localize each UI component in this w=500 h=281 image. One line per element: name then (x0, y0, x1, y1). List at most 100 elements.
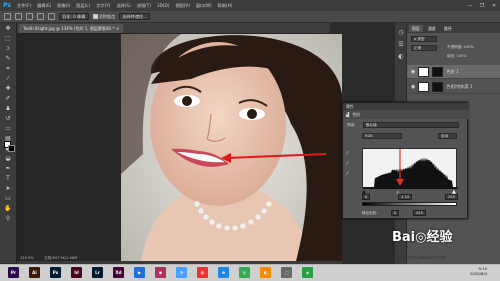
taskbar-app-icon[interactable]: Id (71, 267, 82, 278)
history-brush-tool-icon[interactable]: ↺ (3, 115, 13, 123)
levels-title: 色阶 (352, 111, 361, 117)
taskbar-app-icon[interactable]: ⬚ (281, 267, 292, 278)
antialias-label: 消除锯齿 (98, 13, 116, 19)
document-tab[interactable]: Teeth Bright.jpg @ 134% (色阶 1, 图层蒙版/8) *… (19, 24, 124, 33)
visibility-eye-icon[interactable]: ◉ (411, 84, 415, 90)
fill-field[interactable]: 填充: 100% (447, 54, 467, 59)
new-selection-icon[interactable] (26, 13, 33, 20)
subtract-selection-icon[interactable] (48, 13, 55, 20)
marquee-tool-icon[interactable] (15, 13, 22, 20)
preset-select[interactable]: 默认值 (363, 122, 459, 128)
layer-kind-filter[interactable]: ρ 类型 (411, 36, 437, 42)
taskbar-app-icon[interactable]: ◉ (155, 267, 166, 278)
levels-adjustment-icon: ▟ (346, 112, 350, 117)
black-point-eyedropper-icon[interactable]: ⁄ (347, 151, 353, 157)
watermark-url: jingyan.baidu.com (398, 255, 446, 261)
gray-point-eyedropper-icon[interactable]: ⁄ (347, 161, 353, 167)
menu-select[interactable]: 选择(S) (113, 3, 133, 9)
type-tool-icon[interactable]: T (3, 175, 13, 183)
background-color-swatch[interactable] (8, 145, 15, 152)
layer-name: 色相/饱和度 1 (446, 83, 473, 89)
taskbar-app-icon[interactable]: ◔ (176, 267, 187, 278)
opacity-field[interactable]: 不透明度: 100% (447, 45, 474, 50)
layer-row[interactable]: ◉ 色阶 1 (407, 65, 500, 79)
taskbar-app-icon[interactable]: Ai (29, 267, 40, 278)
output-gradient-bar[interactable] (362, 202, 457, 206)
canvas-area[interactable] (17, 34, 342, 261)
taskbar-app-icon[interactable]: ▶ (134, 267, 145, 278)
taskbar-app-icon[interactable]: ◐ (260, 267, 271, 278)
hand-tool-icon[interactable]: ✋ (3, 205, 13, 213)
menu-filter[interactable]: 滤镜(T) (134, 3, 154, 9)
move-tool-icon[interactable]: ✥ (3, 25, 13, 33)
marquee-tool-icon[interactable]: ⬚ (3, 35, 13, 43)
eyedropper-tool-icon[interactable]: ⁄ (3, 75, 13, 83)
mask-thumbnail[interactable] (432, 66, 444, 77)
properties-header[interactable]: 属性 (343, 103, 469, 110)
taskbar-app-icon[interactable]: ◈ (302, 267, 313, 278)
taskbar-app-icon[interactable]: Ps (50, 267, 61, 278)
healing-brush-tool-icon[interactable]: ✚ (3, 85, 13, 93)
maximize-button[interactable]: ❐ (476, 3, 488, 9)
menu-help[interactable]: 帮助(H) (215, 3, 236, 9)
minimize-button[interactable]: — (464, 3, 476, 9)
menu-bar: Ps 文件(F) 编辑(E) 图像(I) 图层(L) 文字(Y) 选择(S) 滤… (0, 0, 500, 11)
adjustment-thumbnail (418, 66, 430, 77)
menu-layer[interactable]: 图层(L) (73, 3, 93, 9)
menu-image[interactable]: 图像(I) (54, 3, 73, 9)
lasso-tool-icon[interactable]: ↄ (3, 45, 13, 53)
output-black-value[interactable]: 0 (391, 210, 400, 216)
output-white-value[interactable]: 255 (413, 210, 426, 216)
channel-select[interactable]: RGB (362, 133, 402, 139)
white-point-eyedropper-icon[interactable]: ⁄ (347, 171, 353, 177)
feather-field[interactable]: 羽化: 0 像素 (59, 13, 89, 20)
menu-edit[interactable]: 编辑(E) (34, 3, 54, 9)
tab-paths[interactable]: 路径 (441, 25, 455, 32)
document-tab-bar: Teeth Bright.jpg @ 134% (色阶 1, 图层蒙版/8) *… (17, 23, 330, 34)
taskbar-app-icon[interactable]: Xd (113, 267, 124, 278)
crop-tool-icon[interactable]: ⌗ (3, 65, 13, 73)
pen-tool-icon[interactable]: ✒ (3, 165, 13, 173)
menu-window[interactable]: 窗口(W) (193, 3, 215, 9)
menu-view[interactable]: 视图(V) (172, 3, 193, 9)
taskbar-app-icon[interactable]: ◎ (239, 267, 250, 278)
add-selection-icon[interactable] (37, 13, 44, 20)
layers-list: ◉ 色阶 1 ◉ 色相/饱和度 1 (407, 65, 500, 105)
clone-stamp-tool-icon[interactable]: ♟ (3, 105, 13, 113)
preset-label: 预设: (347, 123, 356, 127)
layer-row[interactable]: ◉ 色相/饱和度 1 (407, 80, 500, 94)
taskbar-app-icon[interactable]: e (218, 267, 229, 278)
menu-type[interactable]: 文字(Y) (93, 3, 113, 9)
quick-select-tool-icon[interactable]: ✎ (3, 55, 13, 63)
menu-file[interactable]: 文件(F) (14, 3, 34, 9)
eraser-tool-icon[interactable]: ▭ (3, 125, 13, 133)
tab-layers[interactable]: 图层 (409, 25, 423, 32)
history-panel-icon[interactable]: ◷ (396, 29, 406, 37)
properties-panel-icon[interactable]: ☰ (396, 41, 406, 49)
shape-tool-icon[interactable]: ▭ (3, 195, 13, 203)
system-clock[interactable]: 9:15 2020/6/4 (470, 266, 487, 276)
input-white-value[interactable]: 255 (445, 194, 458, 200)
dodge-tool-icon[interactable]: ◒ (3, 155, 13, 163)
blend-mode-select[interactable]: 正常 (411, 45, 437, 51)
taskbar-app-icon[interactable]: ◍ (197, 267, 208, 278)
tab-channels[interactable]: 通道 (425, 25, 439, 32)
zoom-status[interactable]: 133.9% (20, 256, 34, 260)
zoom-tool-icon[interactable]: ⚲ (3, 215, 13, 223)
home-icon[interactable] (4, 13, 11, 20)
input-gamma-value[interactable]: 1.33 (398, 194, 413, 200)
antialias-checkbox[interactable]: 消除锯齿 (92, 13, 116, 20)
mask-thumbnail[interactable] (432, 81, 444, 92)
path-select-tool-icon[interactable]: ➤ (3, 185, 13, 193)
taskbar-app-icon[interactable]: Pr (8, 267, 19, 278)
close-button[interactable]: ✕ (488, 3, 500, 9)
menu-3d[interactable]: 3D(D) (154, 3, 172, 8)
input-black-value[interactable]: 0 (362, 194, 371, 200)
brush-tool-icon[interactable]: ✐ (3, 95, 13, 103)
auto-button[interactable]: 自动 (438, 133, 457, 139)
adjustments-panel-icon[interactable]: ◐ (396, 53, 406, 61)
select-and-mask-button[interactable]: 选择并遮住... (119, 13, 151, 20)
visibility-eye-icon[interactable]: ◉ (411, 69, 415, 75)
taskbar-app-icon[interactable]: Lr (92, 267, 103, 278)
document-photo[interactable] (121, 34, 342, 261)
